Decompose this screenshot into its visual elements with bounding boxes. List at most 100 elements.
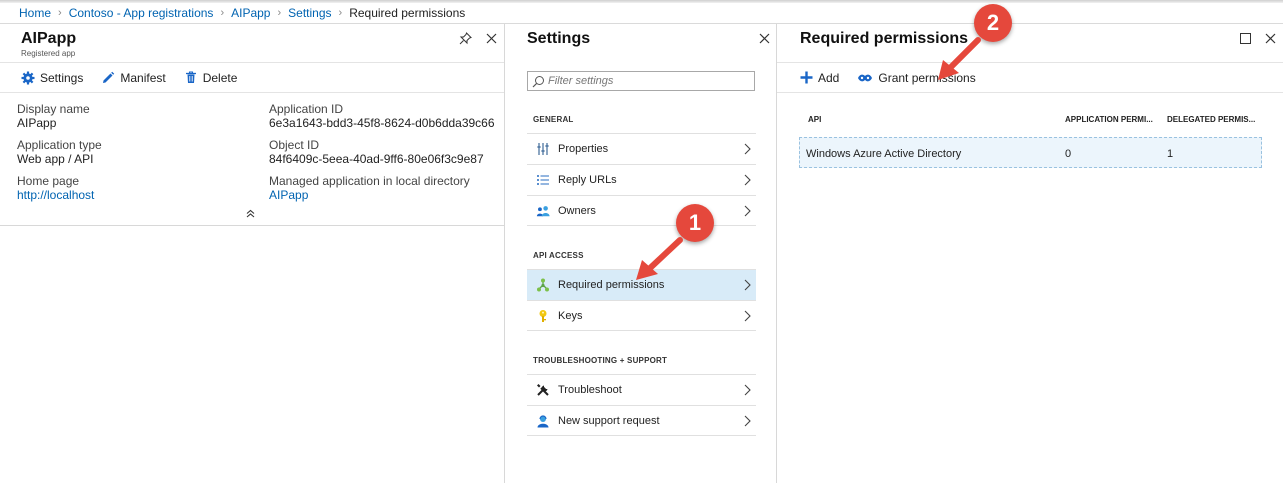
field-home-page: Home page http://localhost xyxy=(17,174,94,203)
menu-item-properties[interactable]: Properties xyxy=(527,133,756,164)
menu-item-label: Reply URLs xyxy=(558,174,617,186)
chevron-right-icon xyxy=(742,205,752,217)
app-blade-subtitle: Registered app xyxy=(21,49,76,58)
settings-blade: Settings GENERAL Properties Reply URLs O… xyxy=(505,24,777,483)
settings-button[interactable]: Settings xyxy=(21,71,83,85)
field-object-id: Object ID 84f6409c-5eea-40ad-9ff6-80e06f… xyxy=(269,138,484,167)
field-value: Web app / API xyxy=(17,152,94,166)
key-icon xyxy=(536,309,550,323)
cell-delegated-permissions: 1 xyxy=(1167,148,1174,160)
callout-badge-1: 1 xyxy=(676,204,714,242)
permissions-command-bar: Add Grant permissions xyxy=(777,62,1283,93)
settings-blade-title: Settings xyxy=(527,30,591,47)
menu-item-label: Properties xyxy=(558,143,609,155)
field-label: Application ID xyxy=(269,102,344,116)
breadcrumb-app-registrations[interactable]: Contoso - App registrations xyxy=(69,6,214,20)
users-icon xyxy=(536,204,550,218)
menu-item-label: New support request xyxy=(558,414,660,427)
field-managed-app: Managed application in local directory A… xyxy=(269,174,470,203)
cell-api: Windows Azure Active Directory xyxy=(806,148,962,160)
menu-item-troubleshoot[interactable]: Troubleshoot xyxy=(527,374,756,405)
app-blade: AIPapp Registered app Settings Manifest … xyxy=(0,24,505,483)
menu-item-keys[interactable]: Keys xyxy=(527,300,756,331)
managed-app-link[interactable]: AIPapp xyxy=(269,188,470,203)
trash-icon xyxy=(184,71,198,85)
menu-item-label: Troubleshoot xyxy=(558,384,622,396)
grant-permissions-button-label: Grant permissions xyxy=(878,70,976,85)
chevron-right-icon xyxy=(742,174,752,186)
field-value: 84f6409c-5eea-40ad-9ff6-80e06f3c9e87 xyxy=(269,152,484,166)
column-header-application-permissions[interactable]: APPLICATION PERMI... xyxy=(1065,115,1153,124)
breadcrumb: Home › Contoso - App registrations › AIP… xyxy=(19,5,465,21)
menu-item-label: Owners xyxy=(558,204,596,217)
close-icon[interactable] xyxy=(756,30,772,46)
breadcrumb-home[interactable]: Home xyxy=(19,6,51,20)
field-label: Object ID xyxy=(269,138,320,152)
column-header-delegated-permissions[interactable]: DELEGATED PERMIS... xyxy=(1167,115,1255,124)
permissions-blade: Required permissions Add Grant permissio… xyxy=(777,24,1283,483)
list-icon xyxy=(536,173,550,187)
breadcrumb-separator-icon: › xyxy=(58,7,62,19)
delete-button[interactable]: Delete xyxy=(184,70,238,85)
grant-icon xyxy=(857,71,873,85)
tools-icon xyxy=(536,383,550,397)
table-row[interactable]: Windows Azure Active Directory 0 1 xyxy=(799,137,1262,168)
breadcrumb-app[interactable]: AIPapp xyxy=(231,6,270,20)
close-icon[interactable] xyxy=(483,30,499,46)
properties-icon xyxy=(536,142,550,156)
pin-icon[interactable] xyxy=(457,30,473,46)
menu-item-label: Keys xyxy=(558,309,583,322)
field-display-name: Display name AIPapp xyxy=(17,102,90,131)
breadcrumb-separator-icon: › xyxy=(338,7,343,19)
filter-settings-field[interactable] xyxy=(527,71,755,91)
pencil-icon xyxy=(101,71,115,85)
chevron-right-icon xyxy=(742,384,752,396)
menu-item-new-support-request[interactable]: New support request xyxy=(527,405,756,436)
menu-item-label: Required permissions xyxy=(558,279,665,291)
maximize-icon[interactable] xyxy=(1237,30,1253,46)
filter-settings-input[interactable] xyxy=(548,75,748,87)
top-strip xyxy=(0,0,1283,3)
menu-item-owners[interactable]: Owners xyxy=(527,195,756,226)
settings-button-label: Settings xyxy=(40,70,84,85)
permissions-tree-icon xyxy=(536,278,550,292)
field-value: 6e3a1643-bdd3-45f8-8624-d0b6dda39c66 xyxy=(269,116,495,130)
app-blade-title: AIPapp xyxy=(21,30,77,47)
plus-icon xyxy=(799,71,813,85)
breadcrumb-settings[interactable]: Settings xyxy=(288,6,331,20)
chevron-right-icon xyxy=(742,279,752,291)
home-page-link[interactable]: http://localhost xyxy=(17,188,94,203)
essentials-divider xyxy=(0,225,504,226)
collapse-essentials-icon[interactable] xyxy=(246,209,255,221)
grant-permissions-button[interactable]: Grant permissions xyxy=(857,70,976,85)
section-header-api-access: API ACCESS xyxy=(533,251,584,260)
add-button[interactable]: Add xyxy=(799,71,839,85)
chevron-right-icon xyxy=(742,143,752,155)
delete-button-label: Delete xyxy=(202,70,238,85)
manifest-button[interactable]: Manifest xyxy=(101,70,166,85)
chevron-right-icon xyxy=(742,310,752,322)
breadcrumb-current: Required permissions xyxy=(349,6,466,20)
add-button-label: Add xyxy=(818,70,840,85)
field-label: Home page xyxy=(17,174,80,188)
callout-badge-2: 2 xyxy=(974,4,1012,42)
cell-application-permissions: 0 xyxy=(1065,148,1072,160)
chevron-right-icon xyxy=(742,415,752,427)
permissions-blade-title: Required permissions xyxy=(800,30,969,47)
field-label: Managed application in local directory xyxy=(269,174,470,188)
menu-item-reply-urls[interactable]: Reply URLs xyxy=(527,164,756,195)
manifest-button-label: Manifest xyxy=(120,70,166,85)
gear-icon xyxy=(21,71,35,85)
menu-item-required-permissions[interactable]: Required permissions xyxy=(527,269,756,300)
app-command-bar: Settings Manifest Delete xyxy=(0,62,504,93)
field-label: Application type xyxy=(17,138,102,152)
field-application-id: Application ID 6e3a1643-bdd3-45f8-8624-d… xyxy=(269,102,495,131)
field-label: Display name xyxy=(17,102,90,116)
field-application-type: Application type Web app / API xyxy=(17,138,102,167)
field-value: AIPapp xyxy=(17,116,57,130)
close-icon[interactable] xyxy=(1262,30,1278,46)
column-header-api[interactable]: API xyxy=(808,115,821,124)
breadcrumb-separator-icon: › xyxy=(277,7,282,19)
support-person-icon xyxy=(536,414,550,428)
breadcrumb-separator-icon: › xyxy=(220,7,225,19)
